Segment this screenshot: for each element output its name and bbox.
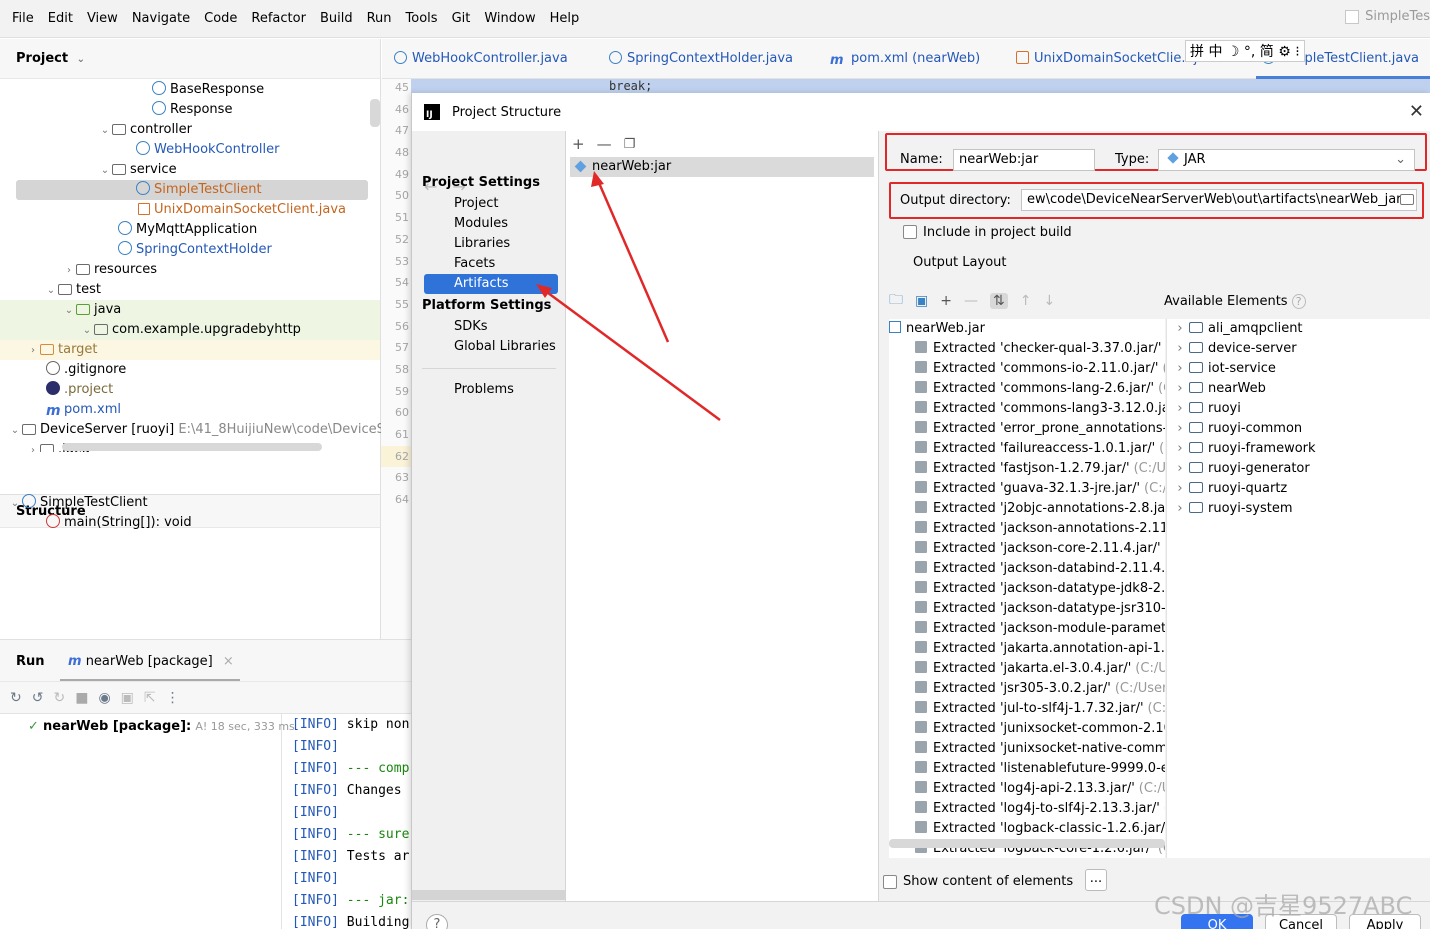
annotation-arrowhead xyxy=(591,171,604,187)
annotation-arrow-line xyxy=(594,175,670,343)
annotation-arrows xyxy=(536,171,721,422)
watermark: CSDN @吉星9527ABC xyxy=(1154,892,1413,920)
annotation-arrow-line xyxy=(539,285,721,422)
annotation-arrowhead xyxy=(536,284,552,298)
